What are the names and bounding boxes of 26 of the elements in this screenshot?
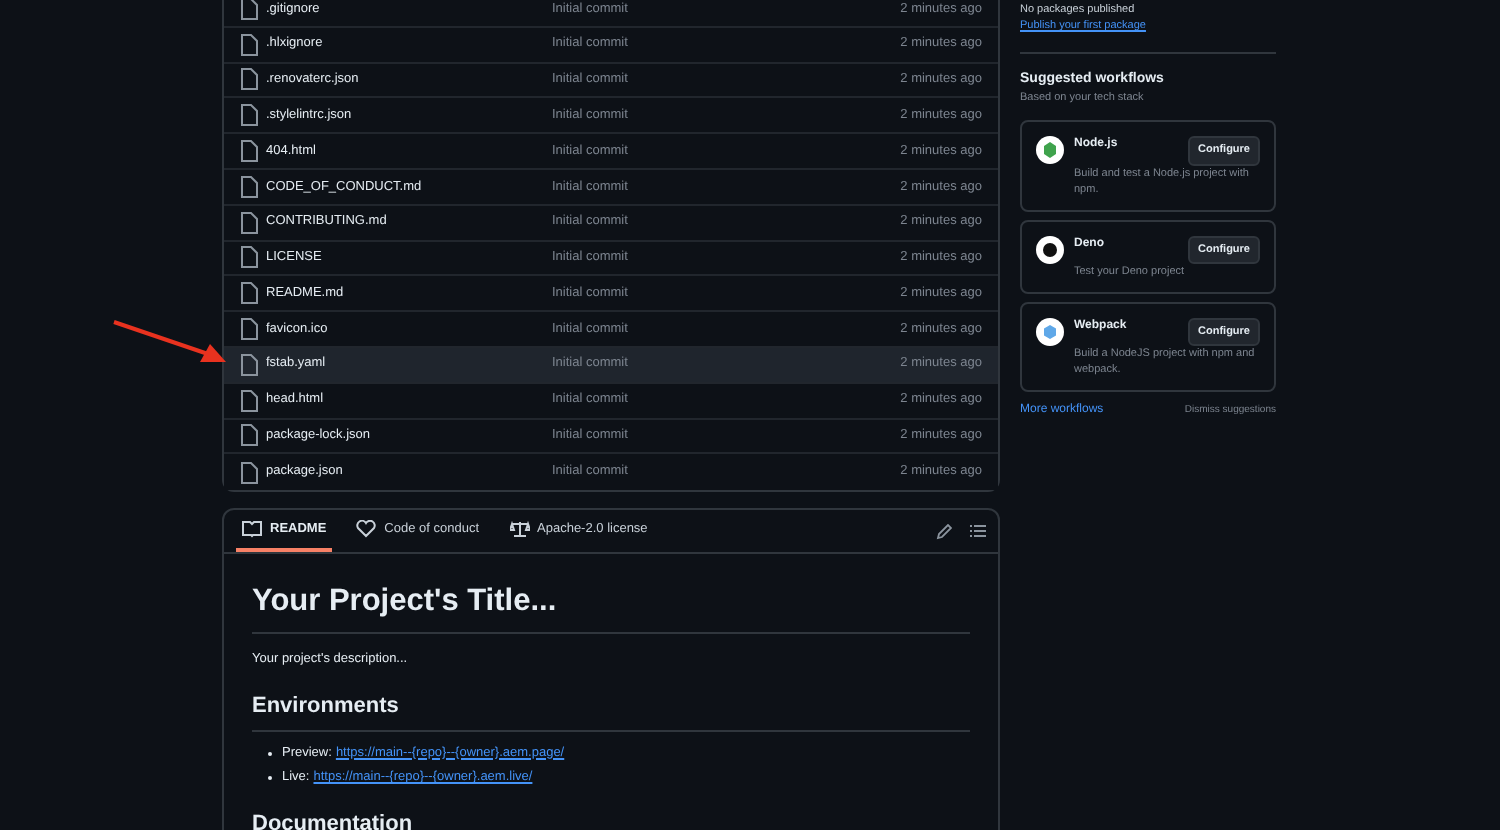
file-icon	[240, 104, 258, 127]
readme-title: Your Project's Title...	[252, 578, 970, 635]
scale-icon	[509, 520, 530, 539]
workflow-logo-icon	[1036, 136, 1064, 165]
file-icon	[240, 282, 258, 305]
file-icon	[240, 318, 258, 341]
file-icon	[240, 175, 258, 198]
file-icon	[240, 68, 258, 91]
file-icon	[240, 461, 258, 484]
file-icon	[240, 424, 258, 447]
file-icon	[240, 0, 258, 20]
edit-pencil-icon[interactable]	[936, 523, 952, 540]
file-icon	[240, 246, 258, 269]
file-icon	[240, 140, 258, 163]
workflow-logo-icon	[1036, 235, 1064, 263]
book-icon	[242, 520, 262, 539]
file-icon	[240, 353, 258, 376]
heart-icon	[356, 520, 377, 539]
workflow-logo-icon	[1036, 317, 1064, 346]
readme-heading: Environments	[252, 690, 970, 732]
arrow-annotation	[112, 320, 228, 364]
readme-heading: Documentation	[252, 808, 970, 830]
file-icon	[240, 211, 258, 234]
outline-list-icon[interactable]	[970, 524, 986, 539]
file-icon	[240, 33, 258, 56]
file-icon	[240, 389, 258, 412]
